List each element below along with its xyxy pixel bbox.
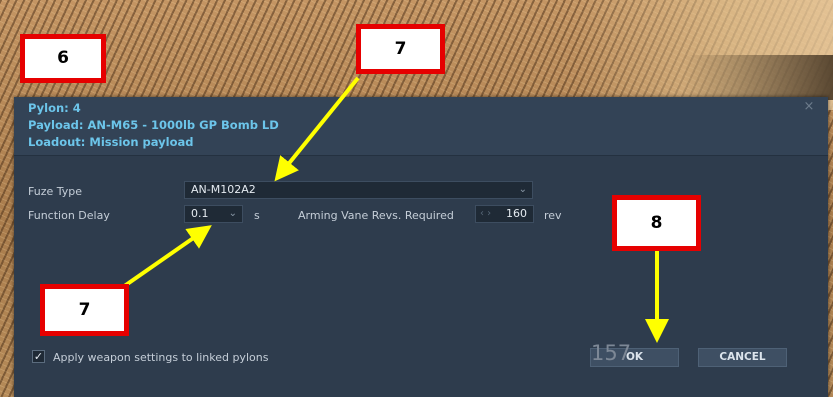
arrow-to-function-delay	[121, 225, 212, 289]
callout-8: 8	[612, 195, 701, 251]
callout-7-bottom: 7	[40, 284, 129, 336]
callout-7-top: 7	[356, 24, 445, 74]
callout-6: 6	[20, 34, 106, 83]
arrow-to-fuze-type	[274, 76, 360, 182]
